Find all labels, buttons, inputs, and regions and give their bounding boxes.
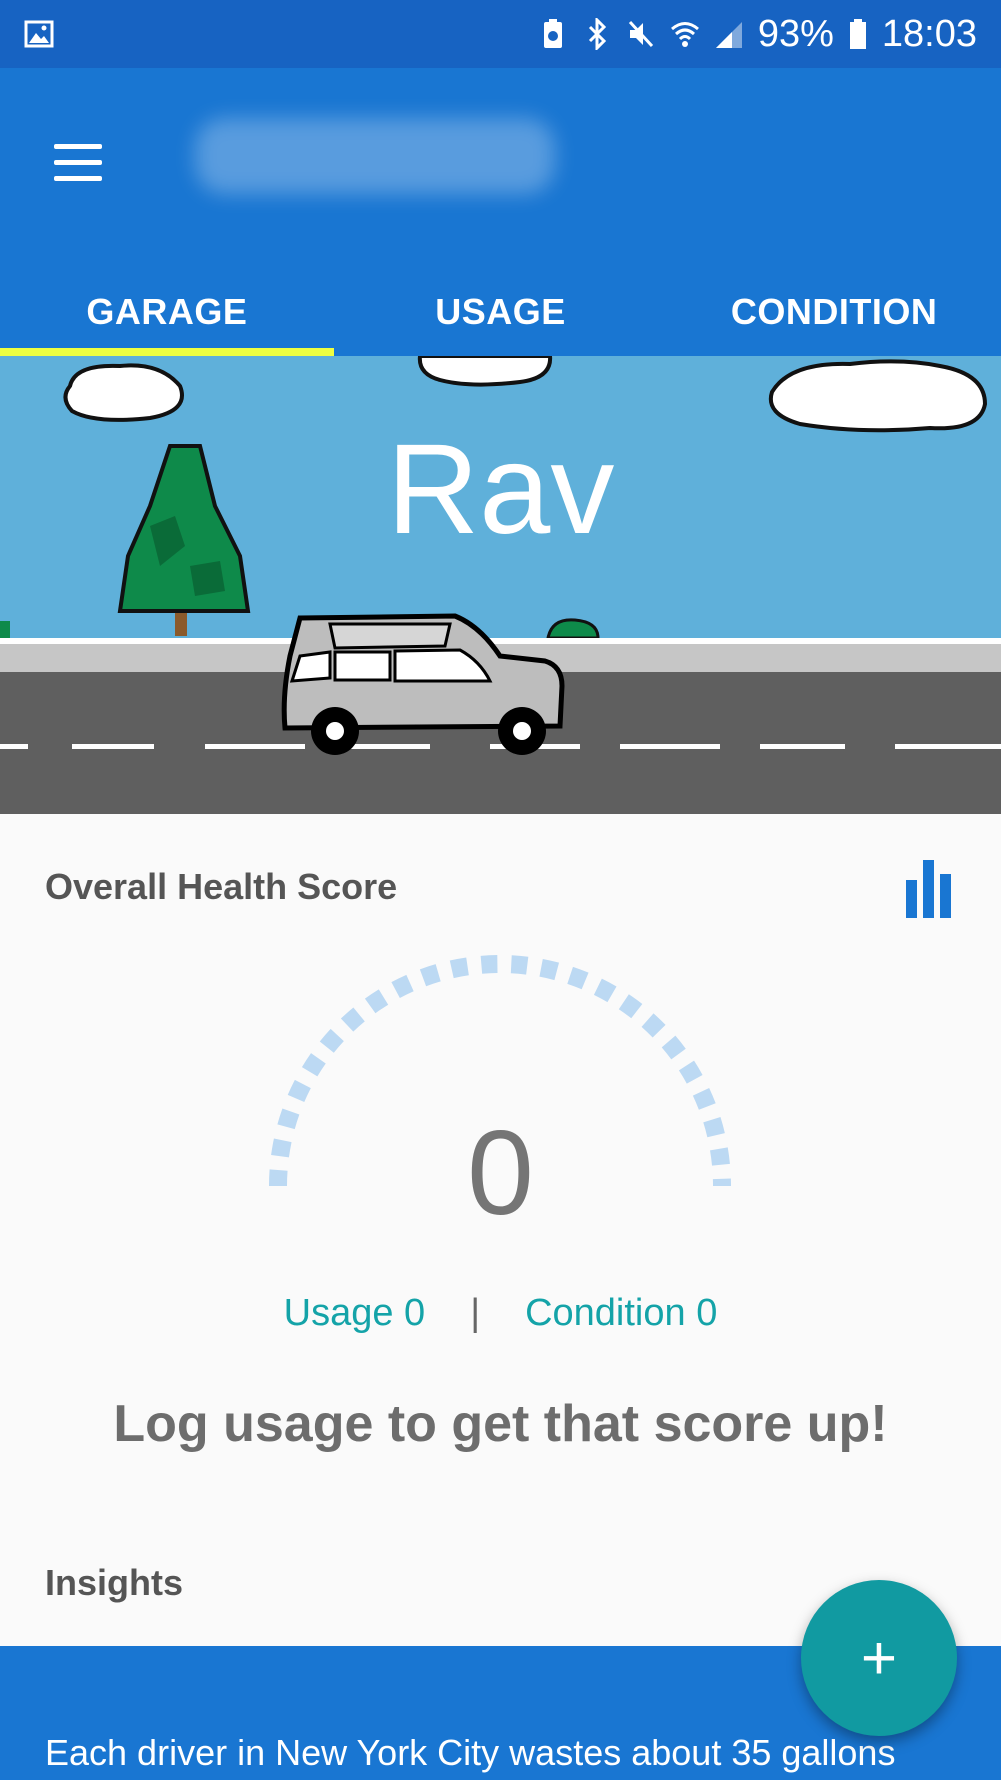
condition-score[interactable]: Condition 0 (525, 1292, 717, 1335)
cloud (417, 356, 553, 387)
battery-percent: 93% (757, 12, 834, 55)
menu-icon[interactable] (40, 124, 116, 200)
status-bar: 93% 18:03 (0, 0, 1001, 68)
app-title (195, 118, 555, 194)
insights-title: Insights (45, 1562, 184, 1603)
tab-bar: GARAGE USAGE CONDITION (0, 268, 1001, 356)
bar-chart-icon[interactable] (906, 854, 960, 918)
vehicle-name: Rav (386, 418, 615, 561)
signal-icon (715, 22, 742, 48)
tab-condition[interactable]: CONDITION (667, 268, 1001, 356)
usage-score[interactable]: Usage 0 (284, 1292, 426, 1335)
mute-icon (628, 20, 653, 48)
health-score-title: Overall Health Score (45, 866, 398, 907)
battery-saver-icon (543, 19, 562, 48)
add-button[interactable]: + (801, 1580, 957, 1736)
clock: 18:03 (881, 12, 977, 55)
health-score-value: 0 (467, 1106, 534, 1240)
health-section: Overall Health Score 0 Usage 0 | Conditi… (0, 814, 1001, 1646)
tab-garage[interactable]: GARAGE (0, 268, 334, 356)
battery-icon (849, 19, 866, 49)
app-bar: GARAGE USAGE CONDITION (0, 68, 1001, 356)
cloud (63, 363, 184, 422)
motivation-message: Log usage to get that score up! (113, 1395, 888, 1453)
garage-scene: Rav (0, 356, 1001, 814)
subscore-separator: | (470, 1292, 481, 1334)
bluetooth-icon (588, 18, 606, 50)
subscores: Usage 0 | Condition 0 (0, 1292, 1001, 1335)
plus-icon: + (860, 1623, 898, 1693)
tab-usage[interactable]: USAGE (334, 268, 668, 356)
wifi-icon (670, 22, 699, 47)
insight-text: Each driver in New York City wastes abou… (45, 1732, 896, 1773)
image-icon (24, 20, 54, 48)
